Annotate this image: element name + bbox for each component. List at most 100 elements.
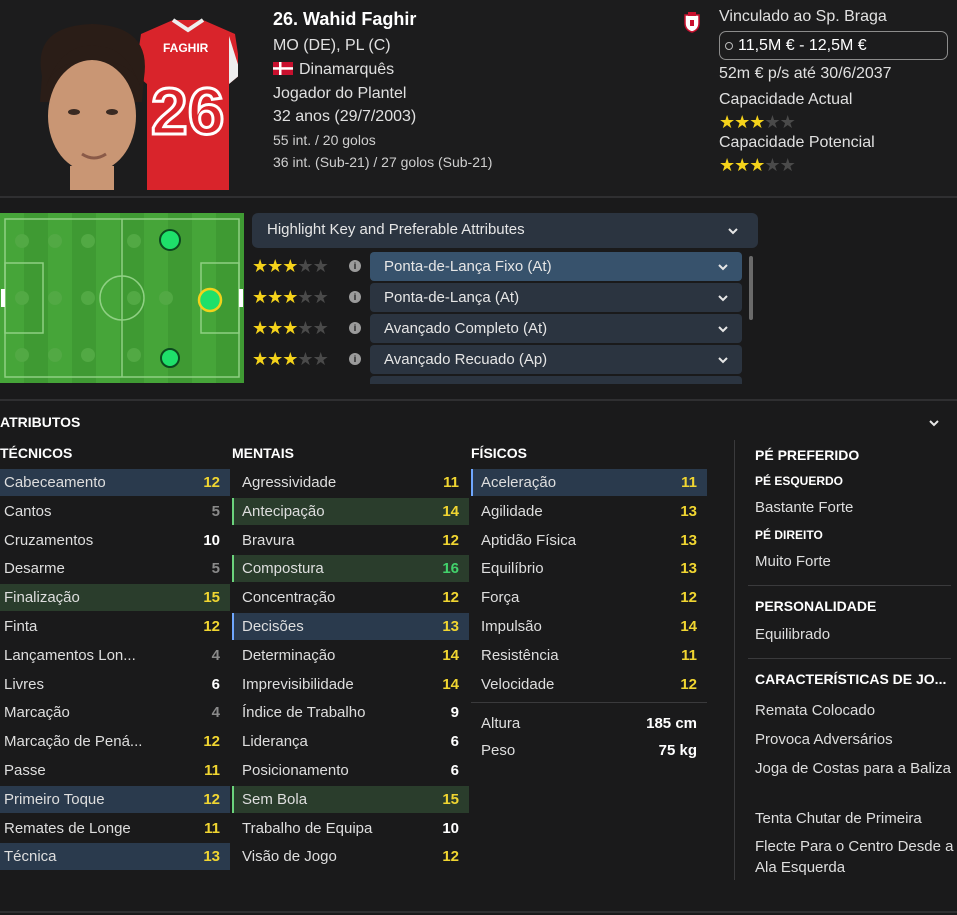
role-label: Ponta-de-Lança (At) bbox=[384, 289, 520, 306]
attribute-row[interactable]: Posicionamento 6 bbox=[232, 757, 469, 784]
star-icon: ★ bbox=[282, 256, 298, 276]
attribute-value: 12 bbox=[203, 474, 220, 491]
attribute-row[interactable]: Velocidade 12 bbox=[471, 671, 707, 698]
attribute-row[interactable]: Concentração 12 bbox=[232, 584, 469, 611]
attribute-row[interactable]: Cruzamentos 10 bbox=[0, 527, 230, 554]
attribute-row[interactable]: Visão de Jogo 12 bbox=[232, 843, 469, 870]
value-box[interactable]: 11,5M € - 12,5M € bbox=[719, 31, 948, 60]
attribute-row[interactable]: Lançamentos Lon... 4 bbox=[0, 642, 230, 669]
attribute-row[interactable]: Finta 12 bbox=[0, 613, 230, 640]
star-icon: ★ bbox=[312, 349, 329, 369]
wage-contract: 52m € p/s até 30/6/2037 bbox=[719, 65, 892, 82]
attribute-row[interactable]: Cantos 5 bbox=[0, 498, 230, 525]
attribute-name: Livres bbox=[4, 675, 45, 693]
attribute-value: 11 bbox=[681, 646, 697, 664]
star-icon: ★ bbox=[267, 256, 283, 276]
attribute-row[interactable]: Decisões 13 bbox=[232, 613, 469, 640]
personality-header: PERSONALIDADE bbox=[755, 598, 877, 614]
star-icon: ★ bbox=[252, 287, 268, 307]
role-dropdown[interactable]: Ponta-de-Lança (At) bbox=[370, 283, 742, 312]
attribute-row[interactable]: Agressividade 11 bbox=[232, 469, 469, 496]
attribute-row[interactable]: Resistência 11 bbox=[471, 642, 707, 669]
highlight-dropdown[interactable]: Highlight Key and Preferable Attributes bbox=[252, 213, 758, 248]
right-foot-value: Muito Forte bbox=[755, 553, 831, 570]
player-caps: 55 int. / 20 golos bbox=[273, 132, 376, 148]
role-dropdown[interactable] bbox=[370, 376, 742, 384]
star-icon: ★ bbox=[267, 318, 283, 338]
role-label: Avançado Completo (At) bbox=[384, 320, 548, 337]
highlight-label: Highlight Key and Preferable Attributes bbox=[267, 221, 525, 238]
shirt-number: 26 bbox=[151, 74, 224, 148]
attribute-name: Liderança bbox=[242, 733, 308, 751]
chevron-down-icon[interactable] bbox=[929, 418, 939, 428]
side-divider bbox=[748, 585, 951, 586]
attribute-row[interactable]: Finalização 15 bbox=[0, 584, 230, 612]
info-icon[interactable]: i bbox=[349, 291, 361, 303]
attribute-row[interactable]: Livres 6 bbox=[0, 671, 230, 698]
attribute-name: Desarme bbox=[4, 560, 65, 578]
value-icon bbox=[725, 42, 733, 50]
attribute-row[interactable]: Impulsão 14 bbox=[471, 613, 707, 640]
attribute-name: Remates de Longe bbox=[4, 819, 131, 837]
star-icon: ★ bbox=[252, 256, 268, 276]
attribute-row[interactable]: Aptidão Física 13 bbox=[471, 527, 707, 554]
star-icon: ★ bbox=[282, 287, 298, 307]
attribute-name: Decisões bbox=[242, 618, 304, 635]
attribute-value: 16 bbox=[442, 560, 459, 578]
role-dropdown[interactable]: Avançado Recuado (Ap) bbox=[370, 345, 742, 374]
attribute-value: 6 bbox=[211, 675, 220, 693]
attribute-row[interactable]: Desarme 5 bbox=[0, 555, 230, 582]
role-dropdown[interactable]: Ponta-de-Lança Fixo (At) bbox=[370, 252, 742, 281]
info-icon[interactable]: i bbox=[349, 322, 361, 334]
attribute-row[interactable]: Trabalho de Equipa 10 bbox=[232, 815, 469, 842]
role-item[interactable]: ★★★★★ i Ponta-de-Lança (At) bbox=[252, 283, 744, 312]
attribute-name: Determinação bbox=[242, 646, 336, 664]
attribute-row[interactable]: Liderança 6 bbox=[232, 728, 469, 755]
attribute-row[interactable]: Remates de Longe 11 bbox=[0, 815, 230, 842]
attribute-row[interactable]: Imprevisibilidade 14 bbox=[232, 671, 469, 698]
potential-ability-stars: ★★★★★ bbox=[719, 156, 796, 174]
attribute-row[interactable]: Índice de Trabalho 9 bbox=[232, 699, 469, 726]
attribute-row[interactable]: Agilidade 13 bbox=[471, 498, 707, 525]
star-icon: ★ bbox=[297, 256, 313, 276]
flag-denmark-icon bbox=[273, 62, 293, 75]
attribute-value: 13 bbox=[680, 531, 697, 549]
weight-row: Peso 75 kg bbox=[471, 737, 707, 764]
attribute-row[interactable]: Cabeceamento 12 bbox=[0, 469, 230, 496]
attribute-row[interactable]: Equilíbrio 13 bbox=[471, 555, 707, 582]
attribute-name: Primeiro Toque bbox=[4, 790, 105, 808]
attribute-row[interactable]: Sem Bola 15 bbox=[232, 785, 469, 813]
attribute-row[interactable]: Passe 11 bbox=[0, 757, 230, 784]
attribute-row[interactable]: Marcação 4 bbox=[0, 699, 230, 726]
attribute-row[interactable]: Aceleração 11 bbox=[471, 469, 707, 496]
role-item[interactable]: ★★★★★ i Avançado Completo (At) bbox=[252, 314, 744, 343]
role-item[interactable]: ★★★★★ i Ponta-de-Lança Fixo (At) bbox=[252, 252, 744, 281]
attribute-value: 11 bbox=[204, 819, 220, 837]
role-item-partial[interactable] bbox=[252, 376, 744, 384]
info-icon[interactable]: i bbox=[349, 353, 361, 365]
attribute-row[interactable]: Bravura 12 bbox=[232, 527, 469, 554]
role-dropdown[interactable]: Avançado Completo (At) bbox=[370, 314, 742, 343]
shirt-name: FAGHIR bbox=[163, 41, 209, 55]
role-stars: ★★★★★ bbox=[252, 287, 329, 308]
attribute-row[interactable]: Primeiro Toque 12 bbox=[0, 785, 230, 813]
position-pitch[interactable] bbox=[0, 213, 244, 383]
star-icon: ★ bbox=[764, 112, 780, 132]
star-icon: ★ bbox=[312, 256, 329, 276]
role-item[interactable]: ★★★★★ i Avançado Recuado (Ap) bbox=[252, 345, 744, 374]
attribute-row[interactable]: Força 12 bbox=[471, 584, 707, 611]
attribute-value: 14 bbox=[442, 675, 459, 693]
info-icon[interactable]: i bbox=[349, 260, 361, 272]
position-dot-amc bbox=[159, 229, 181, 251]
attribute-row[interactable]: Compostura 16 bbox=[232, 555, 469, 583]
attribute-value: 14 bbox=[680, 618, 697, 635]
attribute-row[interactable]: Determinação 14 bbox=[232, 642, 469, 669]
attribute-row[interactable]: Marcação de Pená... 12 bbox=[0, 728, 230, 755]
club-contract[interactable]: Vinculado ao Sp. Braga bbox=[719, 8, 887, 26]
role-list-scrollbar[interactable] bbox=[749, 256, 753, 320]
attribute-row[interactable]: Antecipação 14 bbox=[232, 497, 469, 525]
club-badge-icon[interactable] bbox=[682, 11, 702, 33]
attribute-row[interactable]: Técnica 13 bbox=[0, 843, 230, 871]
attribute-name: Impulsão bbox=[481, 618, 542, 635]
trait-item: Tenta Chutar de Primeira bbox=[755, 810, 922, 827]
